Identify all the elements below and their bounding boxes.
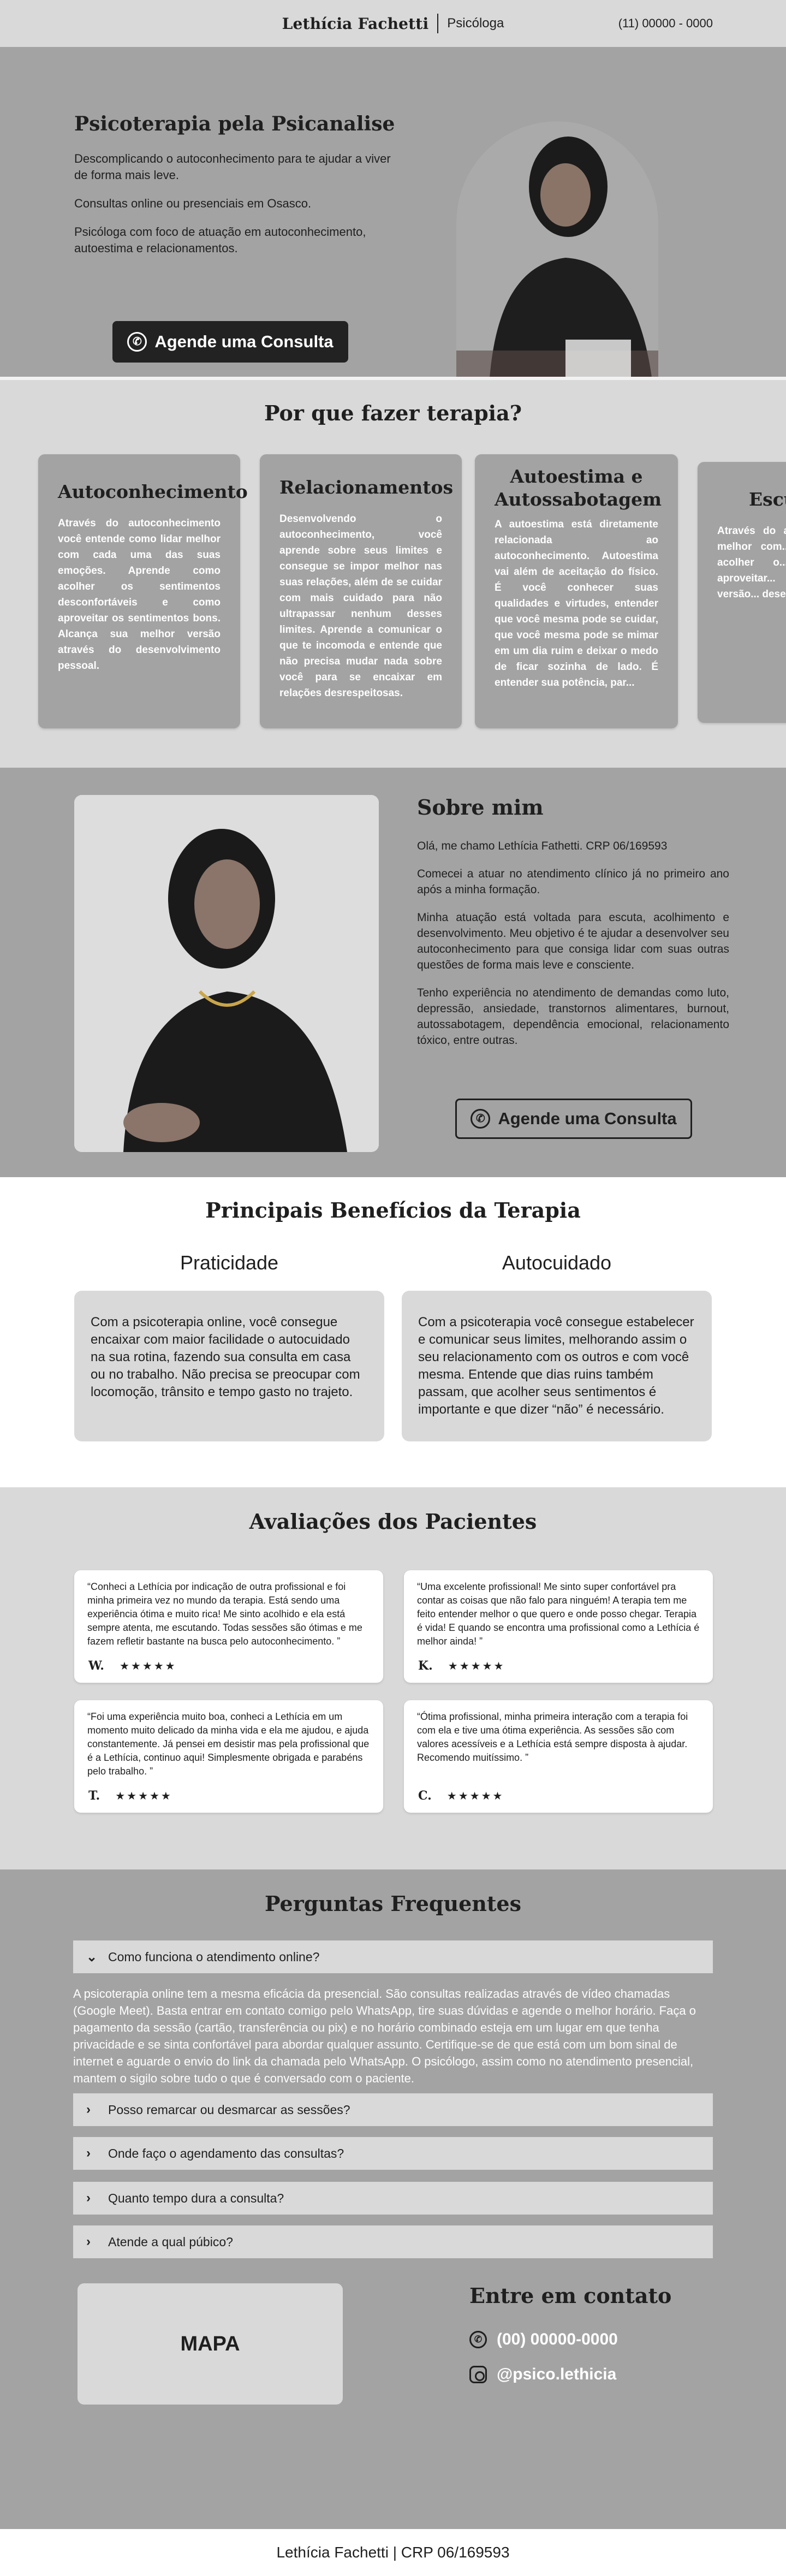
- faq-item[interactable]: › Quanto tempo dura a consulta?: [73, 2182, 713, 2215]
- brand[interactable]: Lethícia Fachetti Psicóloga: [282, 14, 504, 33]
- review-text: “Uma excelente profissional! Me sinto su…: [417, 1581, 700, 1647]
- reason-card: Autoestima e Autossabotagem A autoestima…: [475, 454, 678, 728]
- benefit-column: Autocuidado Com a psicoterapia você cons…: [402, 1251, 712, 1441]
- benefit-text: Com a psicoterapia online, você consegue…: [74, 1291, 384, 1441]
- page-footer: Lethícia Fachetti | CRP 06/169593: [0, 2529, 786, 2576]
- section-title: Principais Benefícios da Terapia: [205, 1198, 581, 1222]
- card-title: Relacionamentos: [279, 477, 454, 498]
- chevron-right-icon: ›: [86, 2234, 91, 2249]
- section-title: Perguntas Frequentes: [264, 1891, 521, 1916]
- card-title: Escuta: [749, 489, 786, 510]
- rating-stars: ★★★★★: [448, 1660, 505, 1672]
- faq-section: Perguntas Frequentes ⌄ Como funciona o a…: [0, 1869, 786, 2283]
- faq-question: Atende a qual púbico?: [108, 2234, 233, 2249]
- review-author: K.: [418, 1659, 433, 1673]
- review-card: “Uma excelente profissional! Me sinto su…: [404, 1570, 713, 1683]
- about-section: Sobre mim Olá, me chamo Lethícia Fathett…: [0, 768, 786, 1177]
- review-text: “Conheci a Lethícia por indicação de out…: [87, 1581, 362, 1647]
- hero-paragraph: Consultas online ou presenciais em Osasc…: [74, 197, 312, 210]
- chevron-right-icon: ›: [86, 2191, 91, 2205]
- hero-section: Psicoterapia pela Psicanalise Descomplic…: [0, 47, 786, 385]
- rating-stars: ★★★★★: [446, 1790, 504, 1802]
- brand-divider: [437, 14, 439, 33]
- button-label: Agende uma Consulta: [154, 332, 334, 351]
- hero-paragraph: Descomplicando o autoconhecimento para t…: [74, 152, 391, 182]
- chevron-right-icon: ›: [86, 2102, 91, 2117]
- contact-phone-text: (00) 00000-0000: [497, 2330, 618, 2348]
- contact-section: MAPA Entre em contato (00) 00000-0000 @p…: [0, 2283, 786, 2529]
- contact-instagram-text: @psico.lethicia: [497, 2365, 617, 2383]
- hero-paragraph: Psicóloga com foco de atuação em autocon…: [74, 225, 366, 255]
- hero-photo: [456, 121, 658, 385]
- chevron-right-icon: ›: [86, 2146, 91, 2160]
- about-text: Sobre mim Olá, me chamo Lethícia Fathett…: [417, 795, 729, 1060]
- chevron-down-icon: ⌄: [86, 1949, 98, 1964]
- faq-item[interactable]: › Atende a qual púbico?: [73, 2225, 713, 2258]
- portrait-image: [456, 121, 658, 385]
- reason-card: Autoconhecimento Através do autoconhecim…: [38, 454, 248, 728]
- about-paragraph: Olá, me chamo Lethícia Fathetti. CRP 06/…: [417, 840, 668, 852]
- faq-answer: A psicoterapia online tem a mesma eficác…: [73, 1987, 696, 2085]
- card-text: Através do autoconhecimento você entende…: [58, 518, 221, 672]
- review-author: C.: [418, 1789, 432, 1803]
- card-title: Autoestima e Autossabotagem: [495, 466, 662, 510]
- review-card: “Foi uma experiência muito boa, conheci …: [74, 1700, 383, 1813]
- contact-phone[interactable]: (00) 00000-0000: [469, 2330, 618, 2349]
- reason-card: Escuta Através do a... você entend... me…: [698, 462, 786, 723]
- faq-item-open[interactable]: ⌄ Como funciona o atendimento online?: [73, 1940, 713, 1973]
- card-text: A autoestima está diretamente relacionad…: [495, 519, 658, 688]
- reviews-section: Avaliações dos Pacientes “Conheci a Leth…: [0, 1487, 786, 1869]
- contact-title: Entre em contato: [469, 2283, 672, 2308]
- contact-instagram[interactable]: @psico.lethicia: [469, 2365, 616, 2384]
- review-card: “Conheci a Lethícia por indicação de out…: [74, 1570, 383, 1683]
- whatsapp-icon: [127, 332, 147, 352]
- card-text: Através do a... você entend... melhor co…: [717, 525, 786, 600]
- about-paragraph: Tenho experiência no atendimento de dema…: [417, 987, 729, 1047]
- benefit-title: Praticidade: [180, 1251, 279, 1274]
- review-text: “Ótima profissional, minha primeira inte…: [417, 1711, 688, 1763]
- faq-question: Posso remarcar ou desmarcar as sessões?: [108, 2102, 350, 2117]
- schedule-consultation-button[interactable]: Agende uma Consulta: [112, 321, 348, 363]
- benefits-section: Principais Benefícios da Terapia Pratici…: [0, 1177, 786, 1487]
- why-therapy-section: Por que fazer terapia? Autoconhecimento …: [0, 377, 786, 768]
- about-paragraph: Comecei a atuar no atendimento clínico j…: [417, 868, 729, 896]
- top-header: Lethícia Fachetti Psicóloga (11) 00000 -…: [0, 0, 786, 47]
- review-text: “Foi uma experiência muito boa, conheci …: [87, 1711, 370, 1777]
- review-author: W.: [88, 1659, 104, 1673]
- reason-card: Relacionamentos Desenvolvendo o autoconh…: [260, 454, 462, 728]
- faq-question: Onde faço o agendamento das consultas?: [108, 2146, 344, 2160]
- about-photo: [74, 795, 379, 1152]
- faq-item[interactable]: › Posso remarcar ou desmarcar as sessões…: [73, 2093, 713, 2126]
- faq-question: Como funciona o atendimento online?: [108, 1949, 320, 1964]
- section-title: Avaliações dos Pacientes: [249, 1509, 537, 1534]
- card-text: Desenvolvendo o autoconhecimento, você a…: [279, 513, 442, 699]
- brand-role: Psicóloga: [447, 16, 504, 31]
- rating-stars: ★★★★★: [119, 1660, 177, 1672]
- section-title: Por que fazer terapia?: [264, 401, 522, 425]
- brand-name: Lethícia Fachetti: [282, 14, 429, 33]
- header-phone[interactable]: (11) 00000 - 0000: [618, 16, 713, 31]
- faq-question: Quanto tempo dura a consulta?: [108, 2191, 284, 2205]
- portrait-image: [74, 795, 379, 1152]
- footer-text: Lethícia Fachetti | CRP 06/169593: [276, 2544, 510, 2561]
- about-paragraph: Minha atuação está voltada para escuta, …: [417, 911, 729, 971]
- instagram-icon: [469, 2366, 487, 2383]
- button-label: Agende uma Consulta: [498, 1109, 677, 1128]
- rating-stars: ★★★★★: [115, 1790, 172, 1802]
- review-card: “Ótima profissional, minha primeira inte…: [404, 1700, 713, 1813]
- schedule-consultation-button[interactable]: Agende uma Consulta: [455, 1099, 692, 1139]
- card-title: Autoconhecimento: [58, 481, 248, 502]
- map-placeholder[interactable]: MAPA: [78, 2283, 343, 2405]
- whatsapp-icon: [469, 2331, 487, 2348]
- benefit-text: Com a psicoterapia você consegue estabel…: [402, 1291, 712, 1441]
- hero-title: Psicoterapia pela Psicanalise: [74, 112, 395, 135]
- whatsapp-icon: [471, 1109, 491, 1129]
- review-author: T.: [88, 1789, 100, 1803]
- benefit-title: Autocuidado: [502, 1251, 612, 1274]
- faq-item[interactable]: › Onde faço o agendamento das consultas?: [73, 2137, 713, 2170]
- about-title: Sobre mim: [417, 795, 544, 820]
- hero-text: Psicoterapia pela Psicanalise Descomplic…: [74, 112, 402, 269]
- benefit-column: Praticidade Com a psicoterapia online, v…: [74, 1251, 384, 1441]
